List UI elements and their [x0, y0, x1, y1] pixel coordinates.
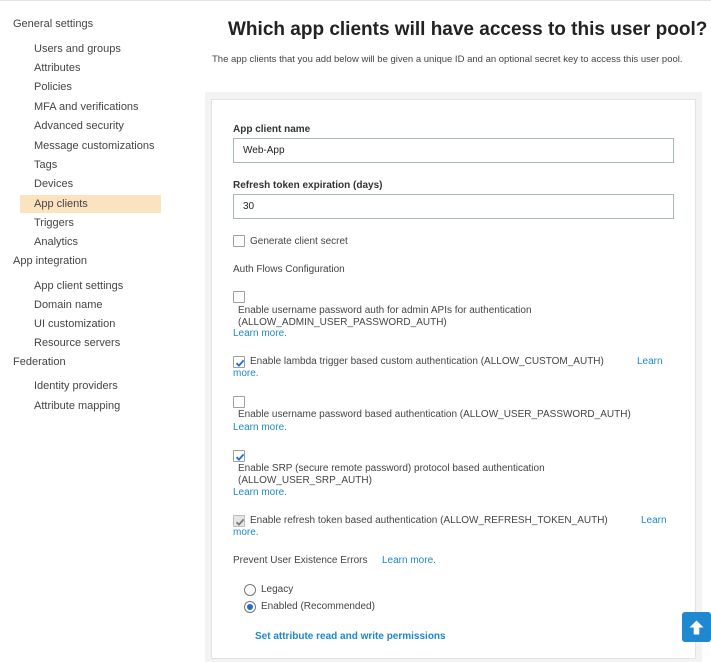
set-attribute-permissions-link[interactable]: Set attribute read and write permissions — [255, 631, 446, 642]
client-name-input[interactable] — [233, 138, 674, 163]
refresh-token-label: Refresh token expiration (days) — [233, 180, 383, 191]
sidebar-nav: General settings Users and groups Attrib… — [0, 0, 190, 650]
checkmark-icon — [235, 453, 245, 461]
sidebar-item-app-clients[interactable]: App clients — [34, 197, 88, 211]
sidebar-item-app-client-settings[interactable]: App client settings — [34, 279, 123, 293]
custom-auth-checkbox[interactable] — [233, 356, 245, 368]
sidebar-item-attributes[interactable]: Attributes — [34, 61, 80, 75]
arrow-up-icon — [689, 620, 704, 634]
sidebar-item-policies[interactable]: Policies — [34, 80, 72, 94]
section-federation[interactable]: Federation — [13, 356, 66, 368]
client-name-label: App client name — [233, 124, 311, 135]
admin-user-password-learn-more-link[interactable]: Learn more. — [233, 328, 287, 340]
page-title: Which app clients will have access to th… — [228, 19, 708, 40]
sidebar-item-analytics[interactable]: Analytics — [34, 235, 78, 249]
enabled-recommended-radio-label: Enabled (Recommended) — [261, 601, 375, 612]
refresh-token-auth-more-link[interactable]: more. — [233, 527, 259, 539]
sidebar-item-users-and-groups[interactable]: Users and groups — [34, 42, 121, 56]
sidebar-item-identity-providers[interactable]: Identity providers — [34, 379, 118, 393]
sidebar-item-message-customizations[interactable]: Message customizations — [34, 139, 154, 153]
page-intro: The app clients that you add below will … — [212, 54, 683, 65]
enabled-recommended-radio[interactable] — [244, 601, 256, 613]
checkmark-icon — [235, 359, 245, 367]
admin-user-password-auth-label: Enable username password auth for admin … — [238, 305, 532, 316]
refresh-token-auth-learn-link[interactable]: Learn — [641, 515, 667, 527]
sidebar-item-advanced-security[interactable]: Advanced security — [34, 119, 124, 133]
user-password-auth-label: Enable username password based authentic… — [238, 409, 631, 420]
section-app-integration[interactable]: App integration — [13, 255, 87, 267]
checkmark-icon — [235, 518, 245, 526]
sidebar-item-devices[interactable]: Devices — [34, 177, 73, 191]
sidebar-item-domain-name[interactable]: Domain name — [34, 298, 102, 312]
user-srp-learn-more-link[interactable]: Learn more. — [233, 487, 287, 499]
sidebar-item-attribute-mapping[interactable]: Attribute mapping — [34, 399, 120, 413]
custom-auth-label: Enable lambda trigger based custom authe… — [250, 356, 604, 367]
generate-secret-checkbox[interactable] — [233, 235, 245, 247]
sidebar-item-resource-servers[interactable]: Resource servers — [34, 336, 120, 350]
custom-auth-more-link[interactable]: more. — [233, 368, 259, 380]
section-general-settings[interactable]: General settings — [13, 18, 93, 30]
legacy-radio-label: Legacy — [261, 584, 294, 595]
custom-auth-learn-link[interactable]: Learn — [637, 356, 663, 368]
user-srp-auth-code: (ALLOW_USER_SRP_AUTH) — [238, 475, 372, 486]
user-srp-auth-label: Enable SRP (secure remote password) prot… — [238, 463, 545, 474]
user-password-auth-checkbox[interactable] — [233, 396, 245, 408]
sidebar-item-mfa[interactable]: MFA and verifications — [34, 100, 139, 114]
legacy-radio[interactable] — [244, 584, 256, 596]
scroll-to-top-button[interactable] — [682, 612, 711, 642]
prevent-user-existence-learn-more-link[interactable]: Learn more. — [382, 555, 436, 567]
user-password-learn-more-link[interactable]: Learn more. — [233, 422, 287, 434]
admin-user-password-auth-checkbox[interactable] — [233, 291, 245, 303]
refresh-token-input[interactable] — [233, 194, 674, 219]
prevent-user-existence-label: Prevent User Existence Errors — [233, 555, 368, 566]
user-srp-auth-checkbox[interactable] — [233, 450, 245, 462]
refresh-token-auth-checkbox[interactable] — [233, 515, 245, 527]
sidebar-item-ui-customization[interactable]: UI customization — [34, 317, 115, 331]
sidebar-item-triggers[interactable]: Triggers — [34, 216, 74, 230]
refresh-token-auth-label: Enable refresh token based authenticatio… — [250, 515, 608, 526]
auth-flows-title: Auth Flows Configuration — [233, 264, 345, 275]
generate-secret-label: Generate client secret — [250, 236, 348, 247]
sidebar-item-tags[interactable]: Tags — [34, 158, 57, 172]
